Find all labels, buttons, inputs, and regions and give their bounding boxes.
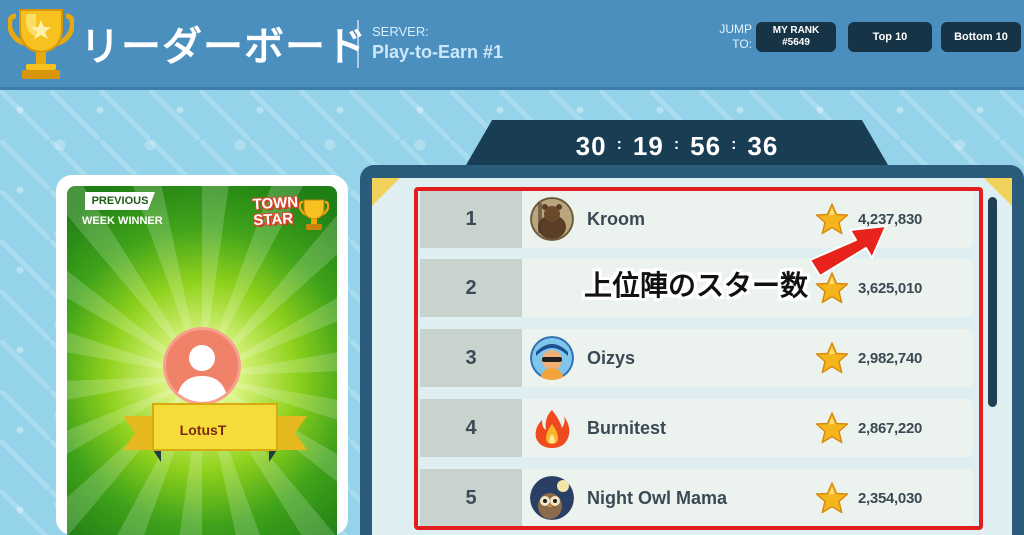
red-arrow-icon [809, 225, 887, 277]
jump-label-line1: JUMP [719, 22, 752, 36]
winner-avatar [163, 327, 241, 405]
my-rank-value: #5649 [782, 37, 810, 48]
townstar-logo: TOWN STAR [252, 194, 337, 236]
timer-hours: 19 [632, 130, 664, 161]
jump-label-line2: TO: [732, 37, 752, 51]
highlight-box [414, 187, 983, 530]
timer-minutes: 56 [690, 130, 722, 161]
townstar-logo-text: TOWN STAR [252, 194, 299, 230]
timer-seconds: 36 [747, 130, 779, 161]
header-bar: リーダーボード SERVER: Play-to-Earn #1 JUMP TO:… [0, 0, 1024, 90]
winner-card-background: PREVIOUS WEEK WINNER TOWN STAR LotusT [67, 186, 337, 535]
logo-trophy-icon [299, 199, 329, 230]
title-divider [357, 20, 359, 68]
timer-days: 30 [575, 130, 607, 161]
jump-to-label: JUMP TO: [712, 22, 752, 52]
bottom10-button[interactable]: Bottom 10 [941, 22, 1021, 52]
timer-separator: : [731, 136, 738, 153]
server-name: Play-to-Earn #1 [372, 42, 504, 62]
server-label: SERVER: [372, 24, 429, 39]
page-title: リーダーボード [80, 24, 367, 70]
my-rank-button[interactable]: MY RANK #5649 [756, 22, 836, 52]
timer-separator: : [616, 136, 623, 153]
countdown-timer: 30 : 19 : 56 : 36 [462, 128, 892, 164]
previous-winner-card: PREVIOUS WEEK WINNER TOWN STAR LotusT [56, 175, 348, 535]
timer-separator: : [673, 136, 681, 153]
winner-name: LotusT [179, 422, 227, 438]
top10-button[interactable]: Top 10 [848, 22, 932, 52]
my-rank-label: MY RANK [772, 25, 820, 36]
leaderboard-scrollbar[interactable] [988, 197, 997, 407]
annotation-caption: 上位陣のスター数 [584, 269, 809, 302]
panel-corner-left [372, 178, 400, 206]
week-winner-label: WEEK WINNER [82, 215, 163, 227]
logo-line2: STAR [252, 210, 294, 230]
trophy-icon [8, 9, 74, 79]
previous-badge: PREVIOUS [85, 192, 155, 210]
